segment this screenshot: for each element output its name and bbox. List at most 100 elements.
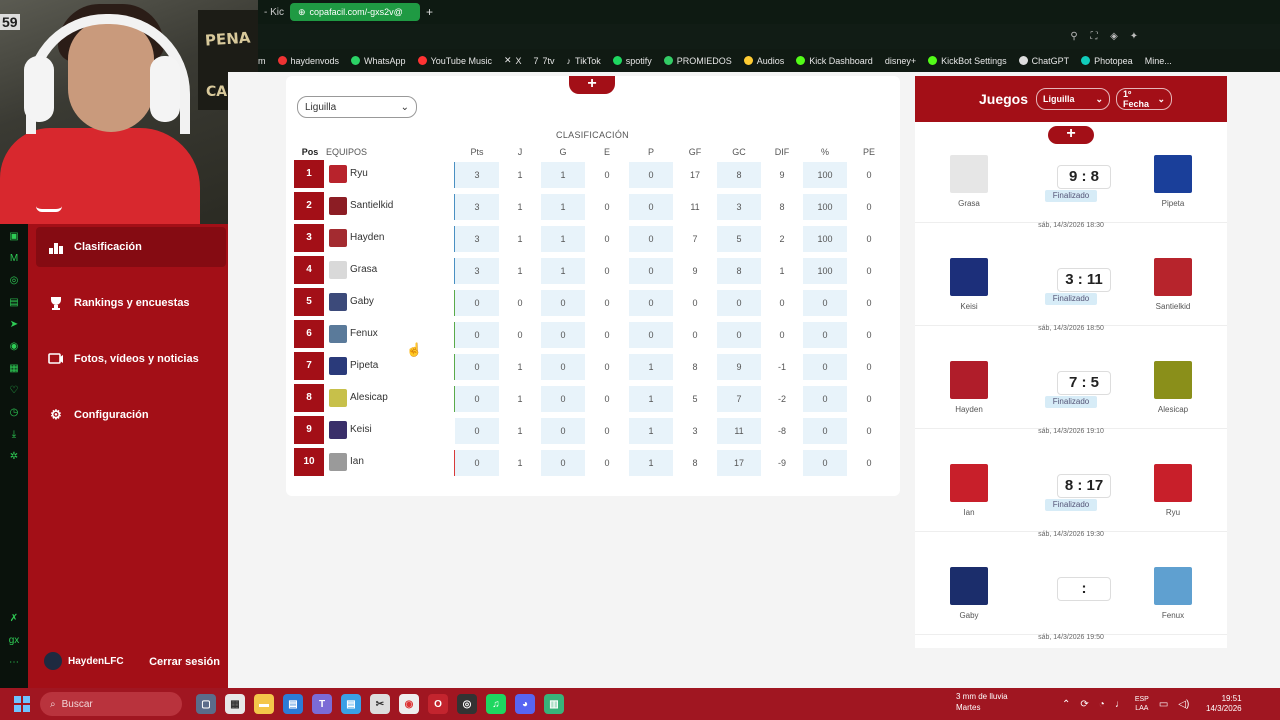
sidebar-item-configuracion[interactable]: ⚙ Configuración [36,395,226,435]
bookmark-item[interactable]: 7 7tv [534,56,555,66]
new-tab-button[interactable]: + [426,5,433,19]
heart-icon[interactable]: ♡ [10,380,19,402]
opera-gx-icon[interactable]: O [428,694,448,714]
bookmark-item[interactable]: ChatGPT [1018,56,1069,66]
away-player[interactable]: Pipeta [1143,155,1203,208]
table-row[interactable]: 6 Fenux 0 0 0 0 0 0 0 0 0 0 [294,319,894,351]
browser-tab-active[interactable]: ⊕ copafacil.com/-gxs2v@ [290,3,420,21]
team-name[interactable]: Keisi [350,424,372,435]
add-button[interactable]: + [569,76,615,94]
screenshot-icon[interactable]: ⛶ [1088,31,1100,42]
widgets-icon[interactable]: ▢ [196,694,216,714]
team-name[interactable]: Santielkid [350,200,393,211]
taskbar-search[interactable]: ⌕ Buscar [40,692,182,716]
team-name[interactable]: Gaby [350,296,374,307]
pin-icon[interactable]: ⚲ [1068,31,1080,42]
sidebar-item-fotos[interactable]: Fotos, vídeos y noticias [36,339,226,379]
group-select[interactable]: Liguilla ⌄ [297,96,417,118]
shield-icon[interactable]: ◈ [1108,31,1120,42]
home-player[interactable]: Ian [939,464,999,517]
match-card[interactable]: Keisi Santielkid 3 : 11 Finalizado sáb, 14/3… [915,223,1227,332]
bookmark-item[interactable]: m [258,56,266,66]
table-row[interactable]: 8 Alesicap 0 1 0 0 1 5 7 -2 0 0 [294,383,894,415]
away-player[interactable]: Santielkid [1143,258,1203,311]
app-icon[interactable]: ▣ [9,226,18,248]
sync-icon[interactable]: ⟳ [1080,699,1088,710]
bookmark-item[interactable]: spotify [612,56,652,66]
bookmark-item[interactable]: ♪ TikTok [567,56,601,66]
settings-icon[interactable]: ✲ [10,446,18,468]
weather-widget[interactable]: 3 mm de lluvia Martes [956,691,1008,713]
windows-start-button[interactable] [14,696,30,712]
table-row[interactable]: 2 Santielkid 3 1 1 0 0 11 3 8 100 0 [294,191,894,223]
bookmark-item[interactable]: disney+ [885,56,916,66]
wifi-icon[interactable]: ◔ [1099,699,1105,710]
obs-icon[interactable]: ◎ [457,694,477,714]
home-player[interactable]: Grasa [939,155,999,208]
app-icon[interactable]: ◉ [10,336,19,358]
home-player[interactable]: Hayden [939,361,999,414]
table-row[interactable]: 4 Grasa 3 1 1 0 0 9 8 1 100 0 [294,255,894,287]
bookmark-item[interactable]: PROMIEDOS [663,56,732,66]
teams-icon[interactable]: T [312,694,332,714]
app-icon[interactable]: ▤ [9,292,18,314]
home-player[interactable]: Keisi [939,258,999,311]
team-name[interactable]: Grasa [350,264,377,275]
app-icon[interactable]: ◎ [10,270,19,292]
sidebar-item-rankings[interactable]: Rankings y encuestas [36,283,226,323]
spotify-icon[interactable]: ♫ [486,694,506,714]
away-player[interactable]: Ryu [1143,464,1203,517]
logout-button[interactable]: Cerrar sesión [149,656,220,668]
games-group-select[interactable]: Liguilla ⌄ [1036,88,1111,110]
bookmark-item[interactable]: YouTube Music [417,56,492,66]
team-name[interactable]: Ian [350,456,364,467]
match-card[interactable]: Ian Ryu 8 : 17 Finalizado sáb, 14/3/2026 19:… [915,429,1227,538]
team-name[interactable]: Ryu [350,168,368,179]
network-icon[interactable]: ▭ [1159,699,1168,710]
bookmark-item[interactable]: KickBot Settings [928,56,1007,66]
table-row[interactable]: 7 Pipeta 0 1 0 0 1 8 9 -1 0 0 [294,351,894,383]
clock[interactable]: 19:51 14/3/2026 [1206,694,1242,714]
bookmark-item[interactable]: Audios [743,56,784,66]
add-match-button[interactable]: + [1048,126,1094,144]
download-icon[interactable]: ⤓ [12,424,16,446]
table-row[interactable]: 1 Ryu 3 1 1 0 0 17 8 9 100 0 [294,159,894,191]
app-icon[interactable]: gx [9,630,20,652]
app-icon[interactable]: ▥ [544,694,564,714]
table-row[interactable]: 3 Hayden 3 1 1 0 0 7 5 2 100 0 [294,223,894,255]
bookmark-item[interactable]: haydenvods [277,56,339,66]
send-icon[interactable]: ➤ [10,314,18,336]
notepad-icon[interactable]: ▤ [341,694,361,714]
away-player[interactable]: Alesicap [1143,361,1203,414]
sidebar-item-clasificacion[interactable]: Clasificación [36,227,226,267]
volume-icon[interactable]: ◁) [1178,699,1189,710]
team-name[interactable]: Fenux [350,328,378,339]
away-player[interactable]: Fenux [1143,567,1203,620]
chevron-up-icon[interactable]: ⌃ [1062,699,1070,710]
team-name[interactable]: Alesicap [350,392,388,403]
calculator-icon[interactable]: ▤ [283,694,303,714]
clock-icon[interactable]: ◷ [10,402,19,424]
user-profile[interactable]: HaydenLFC [44,652,124,670]
extension-icon[interactable]: ✦ [1128,31,1140,42]
language-indicator[interactable]: ESP LAA [1135,695,1149,713]
browser-tab[interactable]: - Kic [258,7,290,18]
bookmark-item[interactable]: Photopea [1081,56,1133,66]
folder-icon[interactable]: ▬ [254,694,274,714]
table-row[interactable]: 5 Gaby 0 0 0 0 0 0 0 0 0 0 [294,287,894,319]
snip-icon[interactable]: ✂ [370,694,390,714]
match-card[interactable]: Gaby Fenux: sáb, 14/3/2026 19:50 [915,532,1227,641]
match-card[interactable]: Hayden Alesicap 7 : 5 Finalizado sáb, 14/3/2… [915,326,1227,435]
more-icon[interactable]: ⋯ [9,652,19,674]
bookmark-item[interactable]: Mine... [1145,56,1172,66]
bookmark-item[interactable]: Kick Dashboard [796,56,873,66]
team-name[interactable]: Hayden [350,232,384,243]
home-player[interactable]: Gaby [939,567,999,620]
discord-icon[interactable]: ◕ [515,694,535,714]
grid-icon[interactable]: ▦ [9,358,18,380]
store-icon[interactable]: ▦ [225,694,245,714]
bookmark-item[interactable]: WhatsApp [351,56,406,66]
app-icon[interactable]: M [10,248,18,270]
round-select[interactable]: 1º Fecha ⌄ [1116,88,1173,110]
team-name[interactable]: Pipeta [350,360,378,371]
